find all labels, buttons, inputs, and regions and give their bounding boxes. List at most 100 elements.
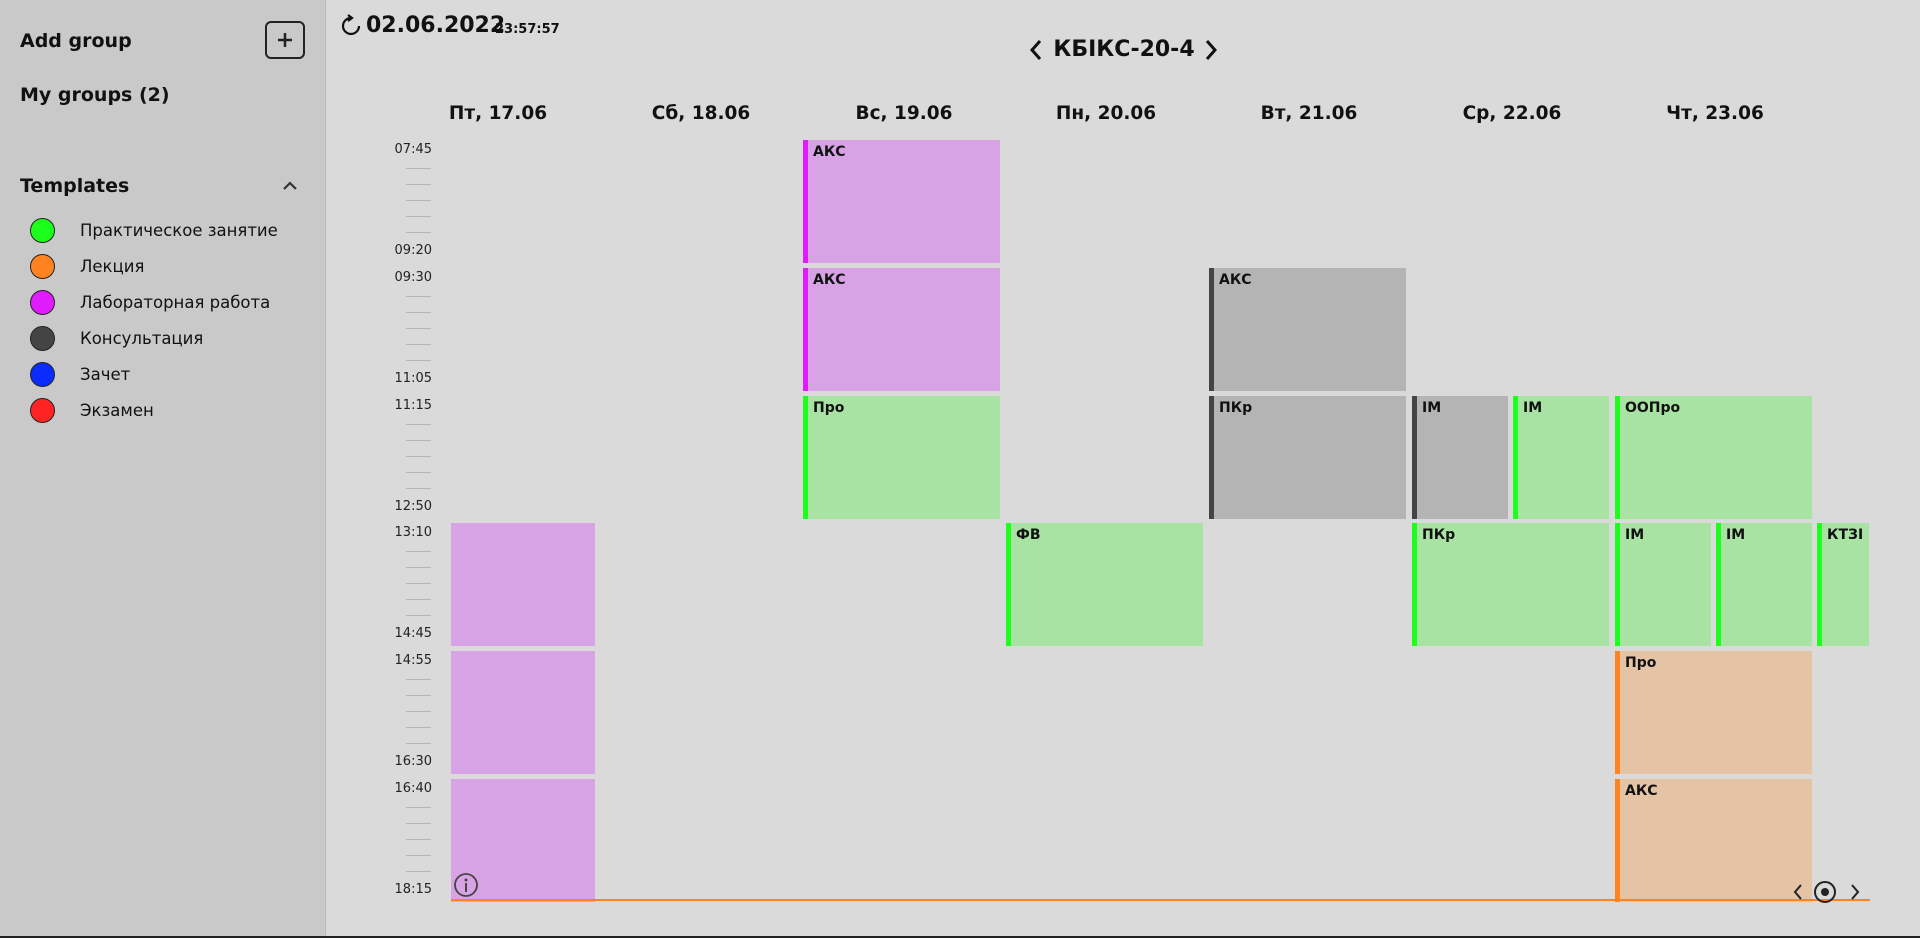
- event-block[interactable]: ІМ: [1615, 523, 1711, 646]
- time-tick: [406, 871, 431, 872]
- slot-start-time: 13:10: [394, 525, 432, 540]
- event-block[interactable]: АКС: [1209, 268, 1406, 391]
- template-color-dot: [30, 217, 55, 243]
- event-block[interactable]: АКС: [803, 268, 1000, 391]
- event-block[interactable]: АКС: [1615, 779, 1812, 902]
- slot-end-time: 11:05: [394, 371, 432, 386]
- time-tick: [406, 296, 431, 297]
- template-item[interactable]: Консультация: [30, 320, 278, 356]
- time-tick: [406, 344, 431, 345]
- add-group-button[interactable]: [265, 21, 305, 59]
- template-item[interactable]: Практическое занятие: [30, 212, 278, 248]
- chevron-left-icon[interactable]: [1791, 882, 1805, 902]
- time-tick: [406, 743, 431, 744]
- event-block[interactable]: КТЗІ: [1817, 523, 1869, 646]
- event-title: ІМ: [1625, 527, 1645, 543]
- event-title: АКС: [813, 144, 846, 160]
- event-title: ПКр: [1422, 527, 1456, 543]
- event-block[interactable]: АКС: [803, 140, 1000, 263]
- time-tick: [406, 472, 431, 473]
- time-tick: [406, 695, 431, 696]
- event-block[interactable]: ІМ: [1716, 523, 1812, 646]
- group-name: КБІКС-20-4: [1053, 37, 1195, 62]
- day-header: Пн, 20.06: [1055, 103, 1157, 124]
- event-block[interactable]: ПКр: [1412, 523, 1609, 646]
- add-group-label[interactable]: Add group: [20, 30, 132, 52]
- day-header: Сб, 18.06: [651, 103, 751, 124]
- template-item[interactable]: Зачет: [30, 356, 278, 392]
- time-tick: [406, 168, 431, 169]
- time-tick: [406, 328, 431, 329]
- template-item[interactable]: Лабораторная работа: [30, 284, 278, 320]
- event-block[interactable]: [451, 523, 595, 646]
- time-tick: [406, 360, 431, 361]
- time-tick: [406, 855, 431, 856]
- event-title: Про: [1625, 655, 1657, 671]
- current-date: 02.06.2022: [366, 13, 506, 38]
- event-block[interactable]: ПКр: [1209, 396, 1406, 519]
- time-tick: [406, 615, 431, 616]
- day-header: Чт, 23.06: [1666, 103, 1764, 124]
- template-label: Зачет: [80, 364, 131, 384]
- time-tick: [406, 184, 431, 185]
- plus-icon: [278, 33, 292, 47]
- chevron-right-icon[interactable]: [1848, 882, 1862, 902]
- template-color-dot: [30, 289, 55, 315]
- event-block[interactable]: ІМ: [1513, 396, 1609, 519]
- slot-end-time: 16:30: [394, 754, 432, 769]
- slot-end-time: 09:20: [394, 243, 432, 258]
- template-item[interactable]: Экзамен: [30, 392, 278, 428]
- template-color-dot: [30, 361, 55, 387]
- event-title: АКС: [1219, 272, 1252, 288]
- time-tick: [406, 583, 431, 584]
- chevron-up-icon[interactable]: [280, 178, 300, 192]
- target-icon[interactable]: [1813, 880, 1837, 904]
- time-tick: [406, 232, 431, 233]
- day-header: Пт, 17.06: [448, 103, 548, 124]
- info-icon[interactable]: [453, 872, 479, 898]
- event-title: ООПро: [1625, 400, 1681, 416]
- time-tick: [406, 424, 431, 425]
- day-header: Вт, 21.06: [1260, 103, 1358, 124]
- time-tick: [406, 216, 431, 217]
- time-tick: [406, 567, 431, 568]
- chevron-left-icon[interactable]: [1028, 38, 1044, 62]
- templates-heading[interactable]: Templates: [20, 175, 129, 197]
- templates-list: Практическое занятие Лекция Лабораторная р…: [30, 212, 278, 428]
- template-label: Консультация: [80, 328, 204, 348]
- sidebar: Add group My groups (2) Templates Практи…: [0, 0, 326, 938]
- slot-end-time: 18:15: [394, 882, 432, 897]
- my-groups-item[interactable]: My groups (2): [20, 84, 170, 106]
- time-tick: [406, 200, 431, 201]
- time-tick: [406, 679, 431, 680]
- event-block[interactable]: Про: [803, 396, 1000, 519]
- slot-start-time: 11:15: [394, 398, 432, 413]
- time-tick: [406, 711, 431, 712]
- template-label: Лекция: [80, 256, 145, 276]
- event-block[interactable]: Про: [1615, 651, 1812, 774]
- event-block[interactable]: ІМ: [1412, 396, 1508, 519]
- slot-end-time: 14:45: [394, 626, 432, 641]
- time-tick: [406, 488, 431, 489]
- current-time-line: [451, 899, 1870, 901]
- template-item[interactable]: Лекция: [30, 248, 278, 284]
- time-tick: [406, 839, 431, 840]
- slot-start-time: 16:40: [394, 781, 432, 796]
- chevron-right-icon[interactable]: [1203, 38, 1219, 62]
- event-title: ПКр: [1219, 400, 1253, 416]
- time-tick: [406, 599, 431, 600]
- slot-end-time: 12:50: [394, 499, 432, 514]
- slot-start-time: 09:30: [394, 270, 432, 285]
- template-label: Практическое занятие: [80, 220, 278, 240]
- time-tick: [406, 440, 431, 441]
- template-color-dot: [30, 325, 55, 351]
- day-header: Ср, 22.06: [1462, 103, 1562, 124]
- event-block[interactable]: ФВ: [1006, 523, 1203, 646]
- time-tick: [406, 312, 431, 313]
- slot-start-time: 14:55: [394, 653, 432, 668]
- event-block[interactable]: ООПро: [1615, 396, 1812, 519]
- event-block[interactable]: [451, 651, 595, 774]
- refresh-icon[interactable]: [340, 14, 362, 38]
- event-title: Про: [813, 400, 845, 416]
- event-title: ІМ: [1523, 400, 1543, 416]
